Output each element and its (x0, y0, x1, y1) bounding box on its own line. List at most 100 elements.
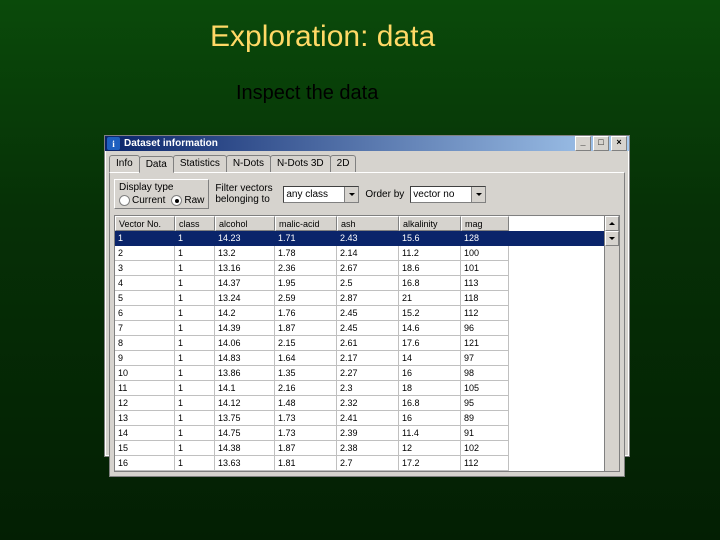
scroll-down-button[interactable] (605, 231, 619, 246)
cell: 2.17 (337, 351, 399, 366)
cell: 13.63 (215, 456, 275, 471)
radio-current[interactable]: Current (119, 195, 165, 206)
cell: 105 (461, 381, 509, 396)
cell: 2.7 (337, 456, 399, 471)
col-header[interactable]: alkalinity (399, 216, 461, 231)
tab-info[interactable]: Info (109, 155, 140, 172)
cell: 1 (175, 381, 215, 396)
cell: 1 (175, 441, 215, 456)
cell: 5 (115, 291, 175, 306)
tab-n-dots[interactable]: N-Dots (226, 155, 271, 172)
cell: 118 (461, 291, 509, 306)
titlebar[interactable]: i Dataset information _ □ × (105, 136, 629, 151)
cell: 16.8 (399, 396, 461, 411)
cell: 2.32 (337, 396, 399, 411)
radio-raw[interactable]: Raw (171, 195, 204, 206)
maximize-button[interactable]: □ (593, 136, 609, 151)
tab-n-dots-3d[interactable]: N-Dots 3D (270, 155, 331, 172)
cell: 2 (115, 246, 175, 261)
filter-combo[interactable]: any class (283, 186, 359, 203)
col-header[interactable]: alcohol (215, 216, 275, 231)
table-row[interactable]: 10113.861.352.271698 (115, 366, 604, 381)
display-type-label: Display type (119, 182, 204, 193)
cell: 7 (115, 321, 175, 336)
col-header[interactable]: class (175, 216, 215, 231)
chevron-down-icon[interactable] (344, 187, 358, 202)
table-row[interactable]: 12114.121.482.3216.895 (115, 396, 604, 411)
cell: 1 (175, 411, 215, 426)
cell: 1.78 (275, 246, 337, 261)
cell: 15 (115, 441, 175, 456)
cell: 17.6 (399, 336, 461, 351)
table-row[interactable]: 13113.751.732.411689 (115, 411, 604, 426)
order-label: Order by (365, 189, 404, 200)
slide-title: Exploration: data (210, 20, 435, 54)
cell: 89 (461, 411, 509, 426)
radio-raw-label: Raw (184, 195, 204, 206)
cell: 13 (115, 411, 175, 426)
table-row[interactable]: 9114.831.642.171497 (115, 351, 604, 366)
cell: 14.6 (399, 321, 461, 336)
cell: 3 (115, 261, 175, 276)
cell: 2.87 (337, 291, 399, 306)
table-row[interactable]: 5113.242.592.8721118 (115, 291, 604, 306)
cell: 128 (461, 231, 509, 246)
cell: 13.86 (215, 366, 275, 381)
table-row[interactable]: 6114.21.762.4515.2112 (115, 306, 604, 321)
table-row[interactable]: 14114.751.732.3911.491 (115, 426, 604, 441)
cell: 1 (175, 306, 215, 321)
cell: 11.4 (399, 426, 461, 441)
table-row[interactable]: 11114.12.162.318105 (115, 381, 604, 396)
tab-panel-data: Display type Current Raw Filter vectors … (109, 172, 625, 477)
grid-body[interactable]: 1114.231.712.4315.61282113.21.782.1411.2… (115, 231, 604, 471)
table-row[interactable]: 1114.231.712.4315.6128 (115, 231, 604, 246)
cell: 14.12 (215, 396, 275, 411)
cell: 1.95 (275, 276, 337, 291)
table-row[interactable]: 8114.062.152.6117.6121 (115, 336, 604, 351)
cell: 12 (399, 441, 461, 456)
cell: 18.6 (399, 261, 461, 276)
cell: 14 (399, 351, 461, 366)
cell: 9 (115, 351, 175, 366)
tab-2d[interactable]: 2D (330, 155, 357, 172)
cell: 2.43 (337, 231, 399, 246)
cell: 1 (175, 366, 215, 381)
tab-statistics[interactable]: Statistics (173, 155, 227, 172)
cell: 1.73 (275, 411, 337, 426)
radio-current-label: Current (132, 195, 165, 206)
cell: 14.37 (215, 276, 275, 291)
scroll-up-button[interactable] (605, 216, 619, 231)
grid-header: Vector No.classalcoholmalic-acidashalkal… (115, 216, 604, 231)
chevron-down-icon[interactable] (471, 187, 485, 202)
table-row[interactable]: 3113.162.362.6718.6101 (115, 261, 604, 276)
filter-value: any class (286, 189, 328, 200)
col-header[interactable]: malic-acid (275, 216, 337, 231)
col-header[interactable]: Vector No. (115, 216, 175, 231)
cell: 1 (175, 426, 215, 441)
tab-data[interactable]: Data (139, 156, 174, 173)
table-row[interactable]: 7114.391.872.4514.696 (115, 321, 604, 336)
col-header[interactable]: mag (461, 216, 509, 231)
cell: 21 (399, 291, 461, 306)
cell: 8 (115, 336, 175, 351)
cell: 96 (461, 321, 509, 336)
table-row[interactable]: 16113.631.812.717.2112 (115, 456, 604, 471)
order-value: vector no (413, 189, 454, 200)
col-header[interactable]: ash (337, 216, 399, 231)
table-row[interactable]: 15114.381.872.3812102 (115, 441, 604, 456)
cell: 2.38 (337, 441, 399, 456)
close-button[interactable]: × (611, 136, 627, 151)
vertical-scrollbar[interactable] (604, 216, 619, 471)
minimize-button[interactable]: _ (575, 136, 591, 151)
cell: 113 (461, 276, 509, 291)
table-row[interactable]: 2113.21.782.1411.2100 (115, 246, 604, 261)
order-combo[interactable]: vector no (410, 186, 486, 203)
cell: 11 (115, 381, 175, 396)
table-row[interactable]: 4114.371.952.516.8113 (115, 276, 604, 291)
cell: 2.41 (337, 411, 399, 426)
cell: 13.75 (215, 411, 275, 426)
cell: 1.73 (275, 426, 337, 441)
cell: 18 (399, 381, 461, 396)
cell: 1.35 (275, 366, 337, 381)
cell: 1.76 (275, 306, 337, 321)
